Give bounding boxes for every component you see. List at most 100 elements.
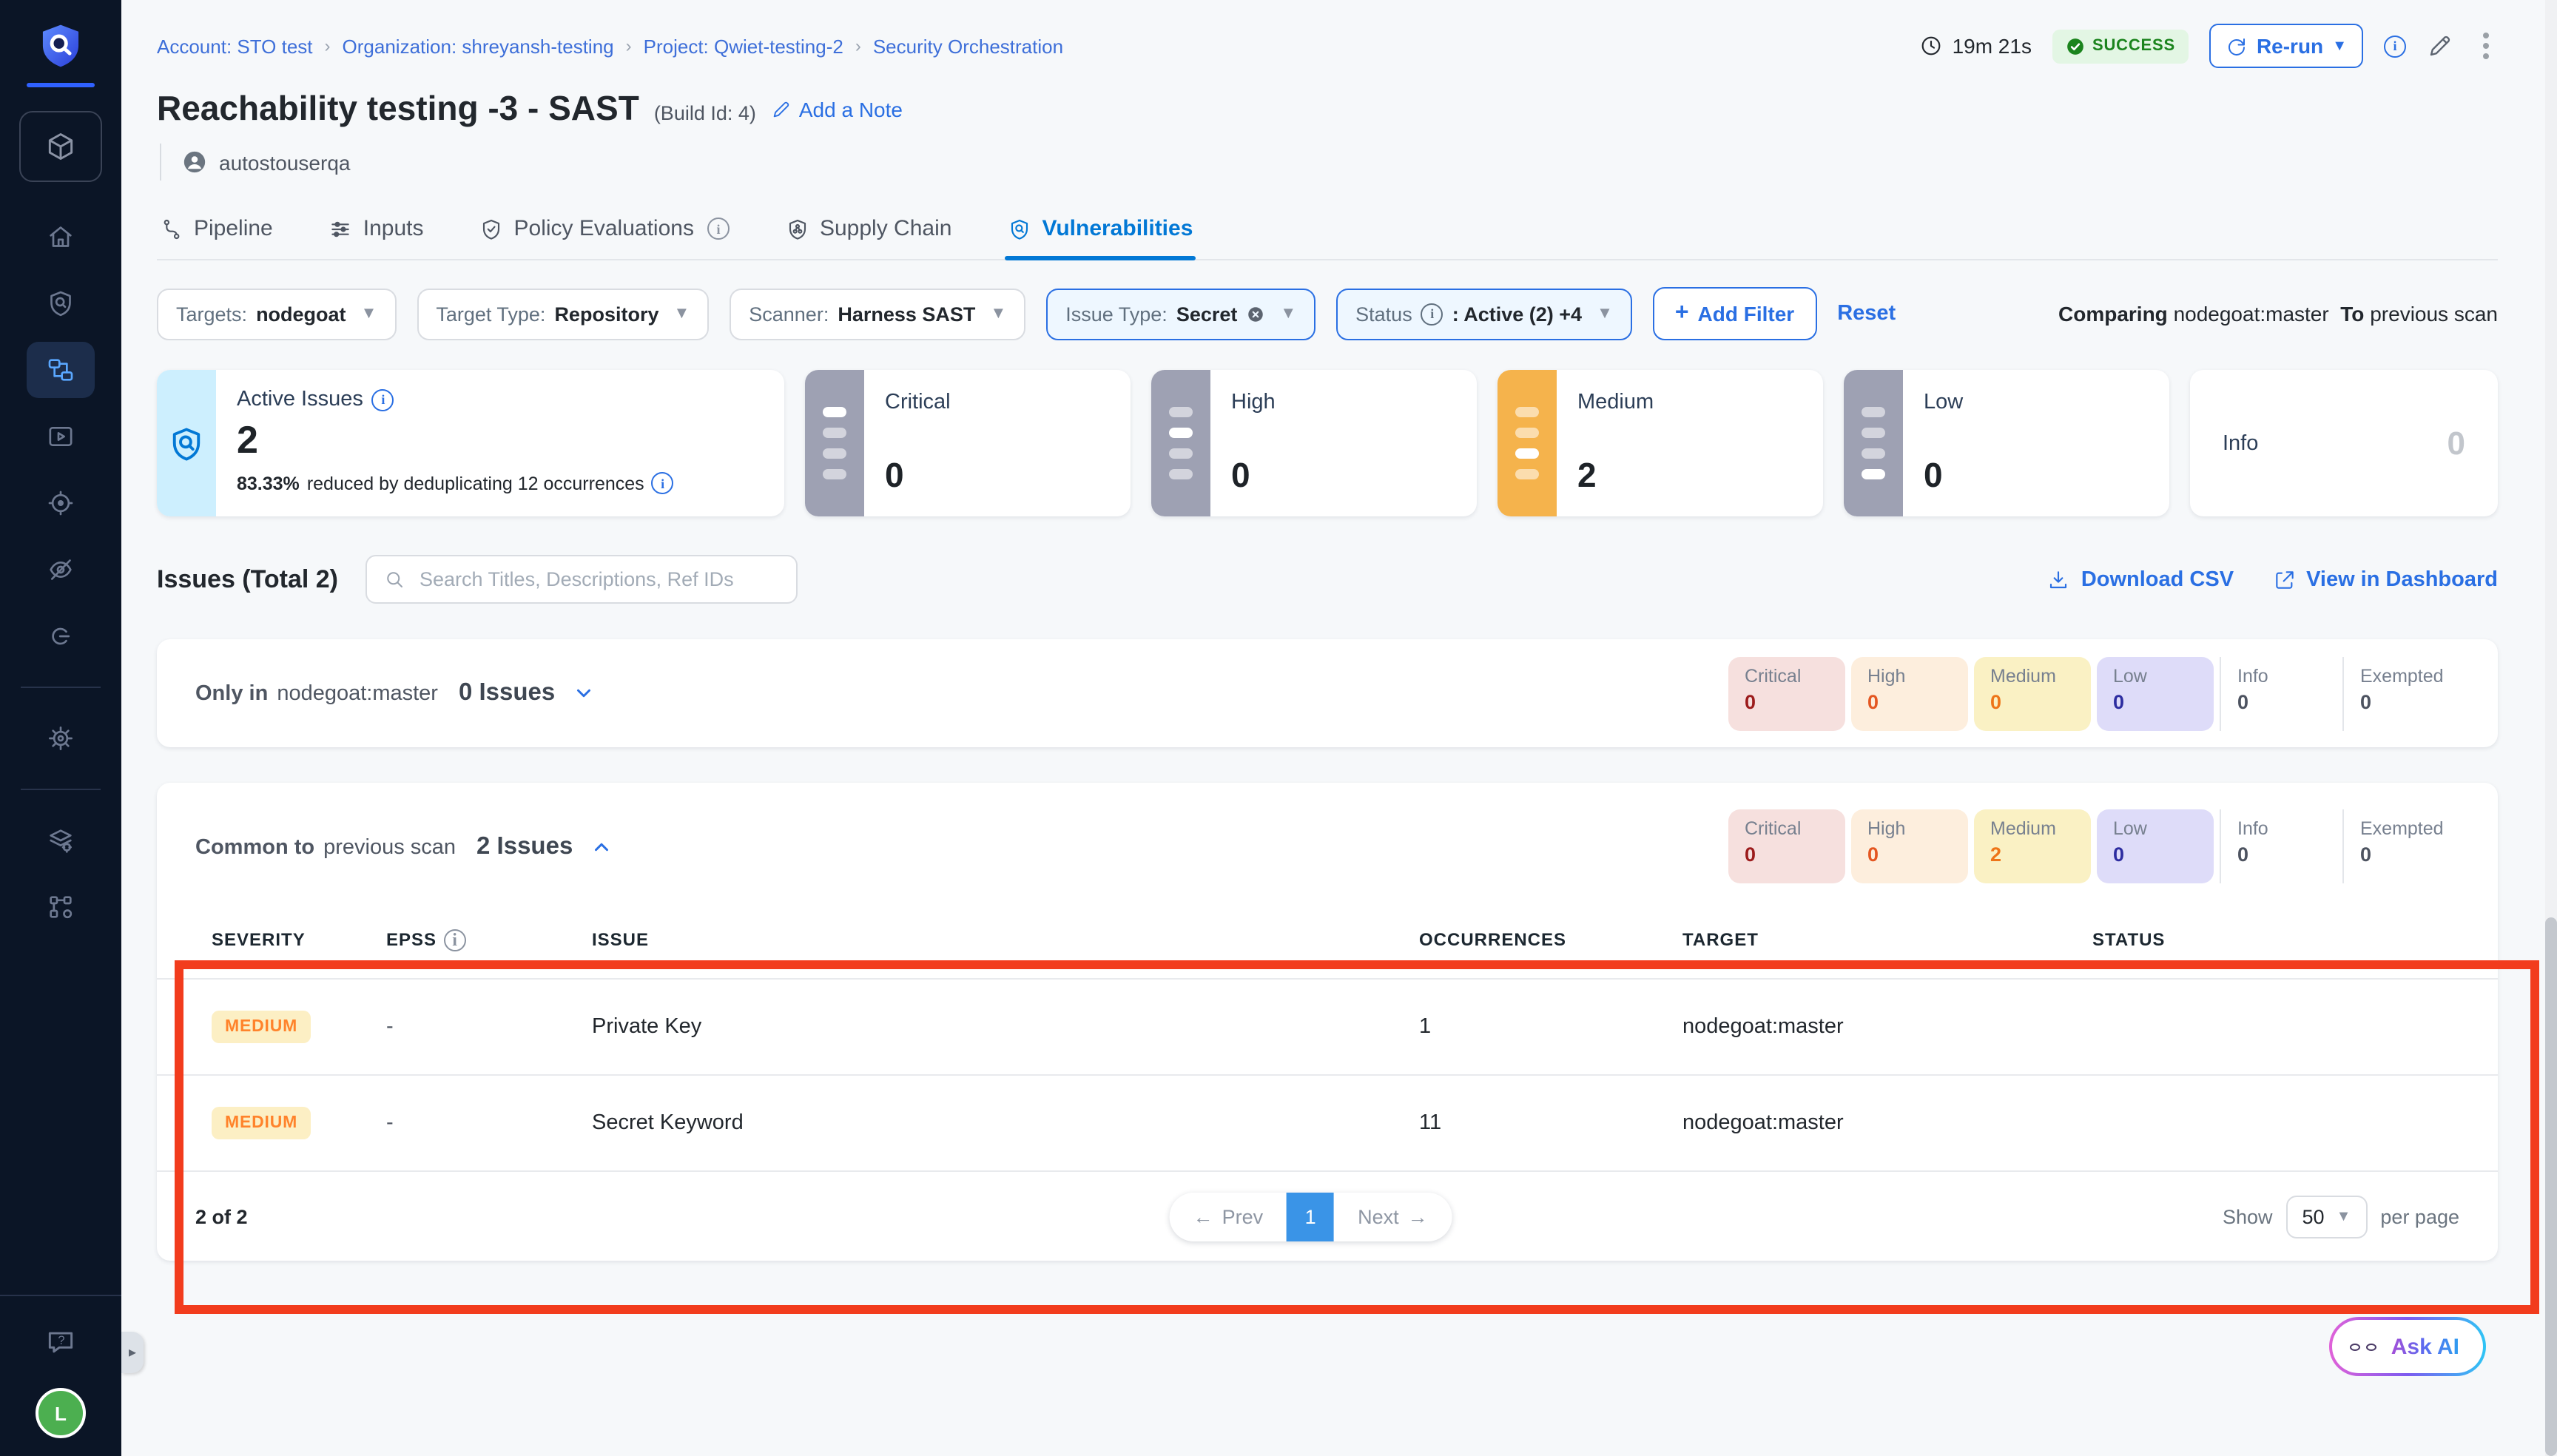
issues-total-title: Issues (Total 2) (157, 564, 338, 594)
critical-card[interactable]: Critical 0 (805, 370, 1131, 516)
sidebar-item-pipelines[interactable] (27, 342, 95, 398)
view-in-dashboard-link[interactable]: View in Dashboard (2272, 567, 2498, 591)
breadcrumb-account[interactable]: Account: STO test (157, 35, 313, 57)
tab-supply-chain[interactable]: Supply Chain (783, 201, 954, 259)
sliders-icon (329, 217, 353, 240)
col-status: STATUS (2092, 929, 2498, 950)
close-circle-icon[interactable] (1246, 304, 1265, 323)
filter-target-type[interactable]: Target Type:Repository▼ (417, 288, 709, 340)
page-size-select[interactable]: 50▼ (2286, 1195, 2368, 1238)
page-title: Reachability testing -3 - SAST (157, 89, 639, 129)
breadcrumb-project[interactable]: Project: Qwiet-testing-2 (644, 35, 843, 57)
tab-vulnerabilities[interactable]: Vulnerabilities (1005, 201, 1196, 259)
active-issues-card[interactable]: Active Issuesi 2 83.33%reduced by dedupl… (157, 370, 784, 516)
tab-inputs[interactable]: Inputs (326, 201, 427, 259)
chip-info: Info0 (2220, 809, 2337, 883)
more-menu-kebab-icon[interactable] (2474, 30, 2498, 62)
filter-issue-type[interactable]: Issue Type:Secret ▼ (1046, 288, 1315, 340)
pipeline-icon (160, 217, 183, 240)
rerun-button[interactable]: Re-run ▼ (2209, 24, 2363, 68)
download-csv-link[interactable]: Download CSV (2047, 567, 2234, 591)
info-icon[interactable]: i (372, 388, 394, 411)
sidebar-item-org-structure[interactable] (27, 879, 95, 935)
filter-targets[interactable]: Targets:nodegoat▼ (157, 288, 396, 340)
filter-status[interactable]: Status i : Active (2) +4 ▼ (1336, 288, 1632, 340)
medium-card[interactable]: Medium 2 (1498, 370, 1823, 516)
chevron-down-icon[interactable] (573, 682, 595, 704)
next-page-button[interactable]: Next→ (1334, 1192, 1452, 1241)
info-card[interactable]: Info 0 (2190, 370, 2498, 516)
user-avatar[interactable]: L (36, 1388, 86, 1438)
sidebar-item-scans[interactable] (27, 275, 95, 331)
pagination-summary: 2 of 2 (195, 1205, 248, 1227)
issues-table: SEVERITY EPSSi ISSUE OCCURRENCES TARGET … (157, 901, 2498, 1172)
sidebar-item-settings[interactable] (27, 710, 95, 766)
high-card[interactable]: High 0 (1151, 370, 1477, 516)
ask-ai-button[interactable]: Ask AI (2329, 1317, 2486, 1376)
summary-cards: Active Issuesi 2 83.33%reduced by dedupl… (157, 370, 2498, 516)
plus-icon: + (1675, 302, 1689, 326)
sidebar-expand-handle[interactable]: ▸ (121, 1332, 144, 1373)
page-scrollbar[interactable] (2545, 0, 2557, 1456)
info-icon[interactable]: i (444, 928, 466, 951)
chip-info: Info0 (2220, 656, 2337, 730)
group-common-header[interactable]: Common to previous scan 2 Issues Critica… (157, 783, 2498, 895)
arrow-left-icon: ← (1193, 1205, 1213, 1227)
info-icon[interactable]: i (707, 218, 730, 240)
scrollbar-thumb[interactable] (2545, 917, 2557, 1456)
pager: ←Prev 1 Next→ (1170, 1192, 1452, 1241)
module-selector-button[interactable] (19, 111, 102, 182)
sidebar-item-targets[interactable] (27, 475, 95, 531)
harness-sto-logo-icon[interactable] (36, 21, 86, 71)
chevron-up-icon[interactable] (590, 835, 613, 857)
sidebar-item-exemptions[interactable] (27, 542, 95, 598)
breadcrumb-module[interactable]: Security Orchestration (873, 35, 1063, 57)
sidebar-item-tokens[interactable] (27, 608, 95, 664)
add-filter-button[interactable]: + Add Filter (1653, 287, 1816, 340)
group-target: previous scan (323, 835, 456, 859)
gear-icon (46, 724, 75, 753)
pencil-icon (771, 99, 792, 120)
severity-meter-icon (1151, 370, 1210, 516)
table-row[interactable]: MEDIUM - Private Key 1 nodegoat:master (157, 980, 2498, 1076)
chevron-down-icon: ▼ (361, 305, 377, 323)
info-icon[interactable]: i (2384, 35, 2406, 57)
info-icon[interactable]: i (652, 472, 674, 494)
sidebar-item-default-settings[interactable] (27, 812, 95, 869)
chip-high: High0 (1851, 809, 1968, 883)
low-card[interactable]: Low 0 (1844, 370, 2169, 516)
status-badge: SUCCESS (2052, 29, 2189, 63)
crosshair-target-icon (46, 488, 75, 518)
sidebar-item-home[interactable] (27, 209, 95, 265)
clock-icon (1920, 34, 1944, 58)
page-number-1[interactable]: 1 (1287, 1192, 1334, 1241)
group-count: 2 Issues (476, 832, 573, 860)
search-input[interactable] (417, 567, 779, 592)
col-occurrences: OCCURRENCES (1419, 929, 1682, 950)
col-target: TARGET (1682, 929, 2092, 950)
group-target: nodegoat:master (277, 682, 438, 706)
filter-scanner[interactable]: Scanner:Harness SAST▼ (730, 288, 1025, 340)
shield-search-icon (1008, 217, 1031, 240)
add-note-link[interactable]: Add a Note (771, 98, 903, 121)
target-value: nodegoat:master (1682, 1111, 2092, 1135)
breadcrumb-organization[interactable]: Organization: shreyansh-testing (343, 35, 614, 57)
top-bar: Account: STO test › Organization: shreya… (157, 0, 2498, 68)
group-only-in-panel: Only in nodegoat:master 0 Issues Critica… (157, 639, 2498, 747)
sidebar-item-help[interactable]: ? (27, 1314, 95, 1370)
target-value: nodegoat:master (1682, 1015, 2092, 1039)
tab-policy-evaluations[interactable]: Policy Evaluations i (477, 201, 732, 259)
critical-count: 0 (885, 456, 951, 496)
pencil-icon[interactable] (2427, 33, 2453, 59)
table-row[interactable]: MEDIUM - Secret Keyword 11 nodegoat:mast… (157, 1076, 2498, 1172)
sidebar-bottom: ? L (0, 1295, 121, 1456)
reset-filters-link[interactable]: Reset (1837, 302, 1896, 326)
issues-search[interactable] (365, 555, 797, 604)
issues-actions: Download CSV View in Dashboard (2047, 567, 2498, 591)
group-only-in-header[interactable]: Only in nodegoat:master 0 Issues Critica… (157, 656, 2498, 730)
prev-page-button[interactable]: ←Prev (1170, 1192, 1287, 1241)
chip-medium: Medium0 (1974, 656, 2091, 730)
sidebar-item-executions[interactable] (27, 408, 95, 465)
tab-pipeline[interactable]: Pipeline (157, 201, 276, 259)
svg-text:?: ? (58, 1334, 64, 1347)
